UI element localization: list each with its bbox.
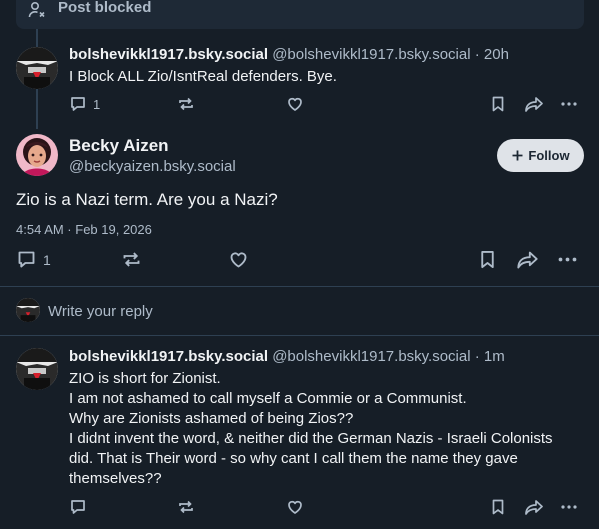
bookmark-icon [492, 499, 504, 515]
main-post-actions: 1 [16, 249, 584, 273]
share-icon [517, 251, 538, 269]
post2-header: bolshevikkl1917.bsky.social @bolshevikkl… [69, 348, 505, 365]
divider-top [0, 286, 599, 287]
post2-line: I didnt invent the word, & neither did t… [69, 430, 553, 447]
post1-header: bolshevikkl1917.bsky.social @bolshevikkl… [69, 46, 509, 63]
blocked-label: Post blocked [58, 0, 152, 16]
reply-count: 1 [93, 96, 101, 112]
repost-icon [179, 500, 193, 514]
post2-line: ZIO is short for Zionist. [69, 370, 221, 387]
share-button[interactable] [524, 498, 544, 516]
like-button[interactable] [228, 249, 249, 270]
post2-line: I am not ashamed to call myself a Commie… [69, 390, 467, 407]
follow-label: Follow [528, 148, 570, 163]
post1-author-name[interactable]: bolshevikkl1917.bsky.social [69, 46, 268, 63]
main-post-text: Zio is a Nazi term. Are you a Nazi? [16, 190, 278, 209]
post2-line: themselves?? [69, 470, 162, 487]
more-button[interactable] [560, 498, 578, 516]
post2-text: ZIO is short for Zionist. I am not asham… [69, 369, 589, 489]
post2-line: did. That is Their word - so why cant I … [69, 450, 518, 467]
post2-line: Why are Zionists ashamed of being Zios?? [69, 410, 354, 427]
repost-icon [123, 252, 140, 267]
reply-icon [71, 97, 85, 111]
like-button[interactable] [286, 498, 304, 516]
avatar-post2[interactable] [16, 348, 58, 390]
bookmark-button[interactable] [489, 498, 507, 516]
bookmark-icon [481, 250, 494, 269]
post2-author-name[interactable]: bolshevikkl1917.bsky.social [69, 348, 268, 365]
avatar-post1[interactable] [16, 47, 58, 89]
heart-icon [288, 97, 302, 111]
like-button[interactable] [286, 95, 304, 113]
post2-actions [69, 498, 584, 520]
main-author-handle[interactable]: @beckyaizen.bsky.social [69, 158, 236, 175]
thread-line-post1 [36, 87, 38, 129]
reply-button[interactable]: 1 [69, 95, 100, 113]
follow-button[interactable]: Follow [497, 139, 584, 172]
share-icon [525, 97, 543, 112]
heart-icon [230, 252, 247, 268]
heart-icon [288, 500, 302, 514]
person-x-icon [28, 1, 46, 24]
post2-author-meta: @bolshevikkl1917.bsky.social · 1m [272, 348, 505, 365]
post1-text: I Block ALL Zio/IsntReal defenders. Bye. [69, 68, 337, 85]
avatar-main[interactable] [16, 134, 58, 176]
more-button[interactable] [560, 95, 578, 113]
divider-bottom [0, 335, 599, 336]
reply-count: 1 [43, 251, 51, 268]
plus-icon [512, 150, 523, 161]
bookmark-button[interactable] [489, 95, 507, 113]
repost-icon [179, 97, 193, 111]
bookmark-button[interactable] [477, 249, 498, 270]
main-post-timestamp[interactable]: 4:54 AM · Feb 19, 2026 [16, 222, 152, 237]
bookmark-icon [492, 96, 504, 112]
reply-button[interactable]: 1 [16, 249, 51, 270]
main-author-name[interactable]: Becky Aizen [69, 136, 169, 156]
repost-button[interactable] [177, 95, 195, 113]
more-icon [561, 505, 577, 509]
reply-icon [18, 251, 35, 268]
post1-author-meta: @bolshevikkl1917.bsky.social · 20h [272, 46, 509, 63]
repost-button[interactable] [121, 249, 142, 270]
reply-placeholder: Write your reply [48, 303, 153, 320]
post1-actions: 1 [69, 95, 584, 117]
share-button[interactable] [524, 95, 544, 113]
my-avatar [16, 298, 40, 322]
more-icon [561, 102, 577, 106]
reply-icon [71, 500, 85, 514]
reply-button[interactable] [69, 498, 87, 516]
repost-button[interactable] [177, 498, 195, 516]
share-icon [525, 500, 543, 515]
more-button[interactable] [557, 249, 578, 270]
blocked-post-card: Post blocked [16, 0, 584, 29]
thread-line-top [36, 29, 38, 47]
share-button[interactable] [516, 249, 539, 270]
more-icon [558, 257, 577, 262]
